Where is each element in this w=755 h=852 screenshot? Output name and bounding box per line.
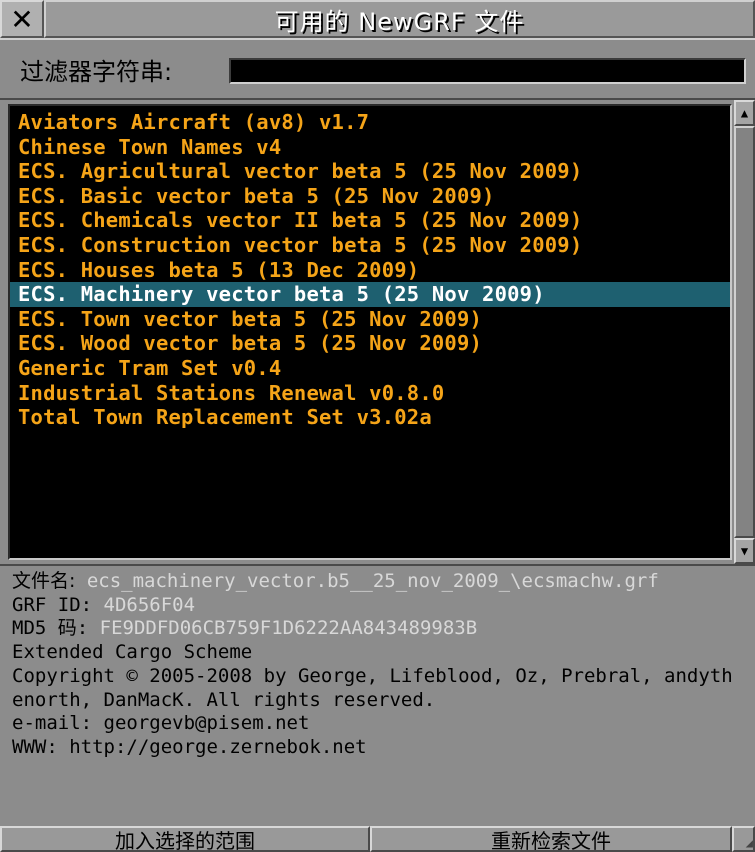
window-title: 可用的 NewGRF 文件 [44,0,755,38]
filter-label: 过滤器字符串: [20,57,173,86]
list-item[interactable]: ECS. Wood vector beta 5 (25 Nov 2009) [10,331,730,356]
info-copyright: Copyright © 2005-2008 by George, Lifeblo… [12,664,733,711]
arrow-up-icon: ▲ [740,106,749,120]
list-item[interactable]: Total Town Replacement Set v3.02a [10,405,730,430]
info-grfid: GRF ID: 4D656F04 [12,594,755,618]
list-item[interactable]: ECS. Chemicals vector II beta 5 (25 Nov … [10,208,730,233]
scroll-down-button[interactable]: ▼ [734,538,755,564]
scroll-up-button[interactable]: ▲ [734,100,755,126]
list-item[interactable]: Chinese Town Names v4 [10,135,730,160]
grf-list-panel: Aviators Aircraft (av8) v1.7 Chinese Tow… [0,100,755,564]
list-item[interactable]: Industrial Stations Renewal v0.8.0 [10,381,730,406]
list-scrollbar[interactable]: ▲ ▼ [734,100,755,564]
list-item[interactable]: ECS. Basic vector beta 5 (25 Nov 2009) [10,184,730,209]
list-item[interactable]: ECS. Town vector beta 5 (25 Nov 2009) [10,307,730,332]
grf-info-panel: 文件名: ecs_machinery_vector.b5__25_nov_200… [0,564,755,826]
list-item[interactable]: ECS. Houses beta 5 (13 Dec 2009) [10,258,730,283]
newgrf-available-window: ✕ 可用的 NewGRF 文件 过滤器字符串: Aviators Aircraf… [0,0,755,852]
list-item[interactable]: ECS. Agricultural vector beta 5 (25 Nov … [10,159,730,184]
md5-value: FE9DDFD06CB759F1D6222AA843489983B [99,617,478,640]
grf-file-list[interactable]: Aviators Aircraft (av8) v1.7 Chinese Tow… [8,104,732,560]
grfid-label: GRF ID: [12,593,93,616]
resize-icon: ◢ [745,836,753,850]
filename-value: ecs_machinery_vector.b5__25_nov_2009_\ec… [86,570,659,592]
list-item[interactable]: ECS. Construction vector beta 5 (25 Nov … [10,233,730,258]
grfid-value: 4D656F04 [103,593,196,616]
list-item[interactable]: Generic Tram Set v0.4 [10,356,730,381]
info-md5: MD5 码: FE9DDFD06CB759F1D6222AA843489983B [12,617,755,641]
info-email: e-mail: georgevb@pisem.net [12,712,310,735]
rescan-files-button[interactable]: 重新检索文件 [370,826,732,852]
title-bar[interactable]: ✕ 可用的 NewGRF 文件 [0,0,755,38]
close-button[interactable]: ✕ [0,0,44,38]
resize-grip[interactable]: ◢ [732,826,755,852]
arrow-down-icon: ▼ [740,544,749,558]
filter-row: 过滤器字符串: [0,38,755,100]
info-www: WWW: http://george.zernebok.net [12,735,367,758]
list-item[interactable]: ECS. Machinery vector beta 5 (25 Nov 200… [10,282,730,307]
list-item[interactable]: Aviators Aircraft (av8) v1.7 [10,110,730,135]
filter-input[interactable] [229,58,746,84]
bottom-button-bar: 加入选择的范围 重新检索文件 ◢ [0,826,755,852]
filename-label: 文件名: [12,570,76,592]
info-description: Extended Cargo Scheme [12,641,253,664]
scroll-track[interactable] [734,126,755,538]
md5-label: MD5 码: [12,617,89,640]
add-to-selection-button[interactable]: 加入选择的范围 [0,826,370,852]
info-filename: 文件名: ecs_machinery_vector.b5__25_nov_200… [12,570,742,594]
close-icon: ✕ [10,2,34,36]
